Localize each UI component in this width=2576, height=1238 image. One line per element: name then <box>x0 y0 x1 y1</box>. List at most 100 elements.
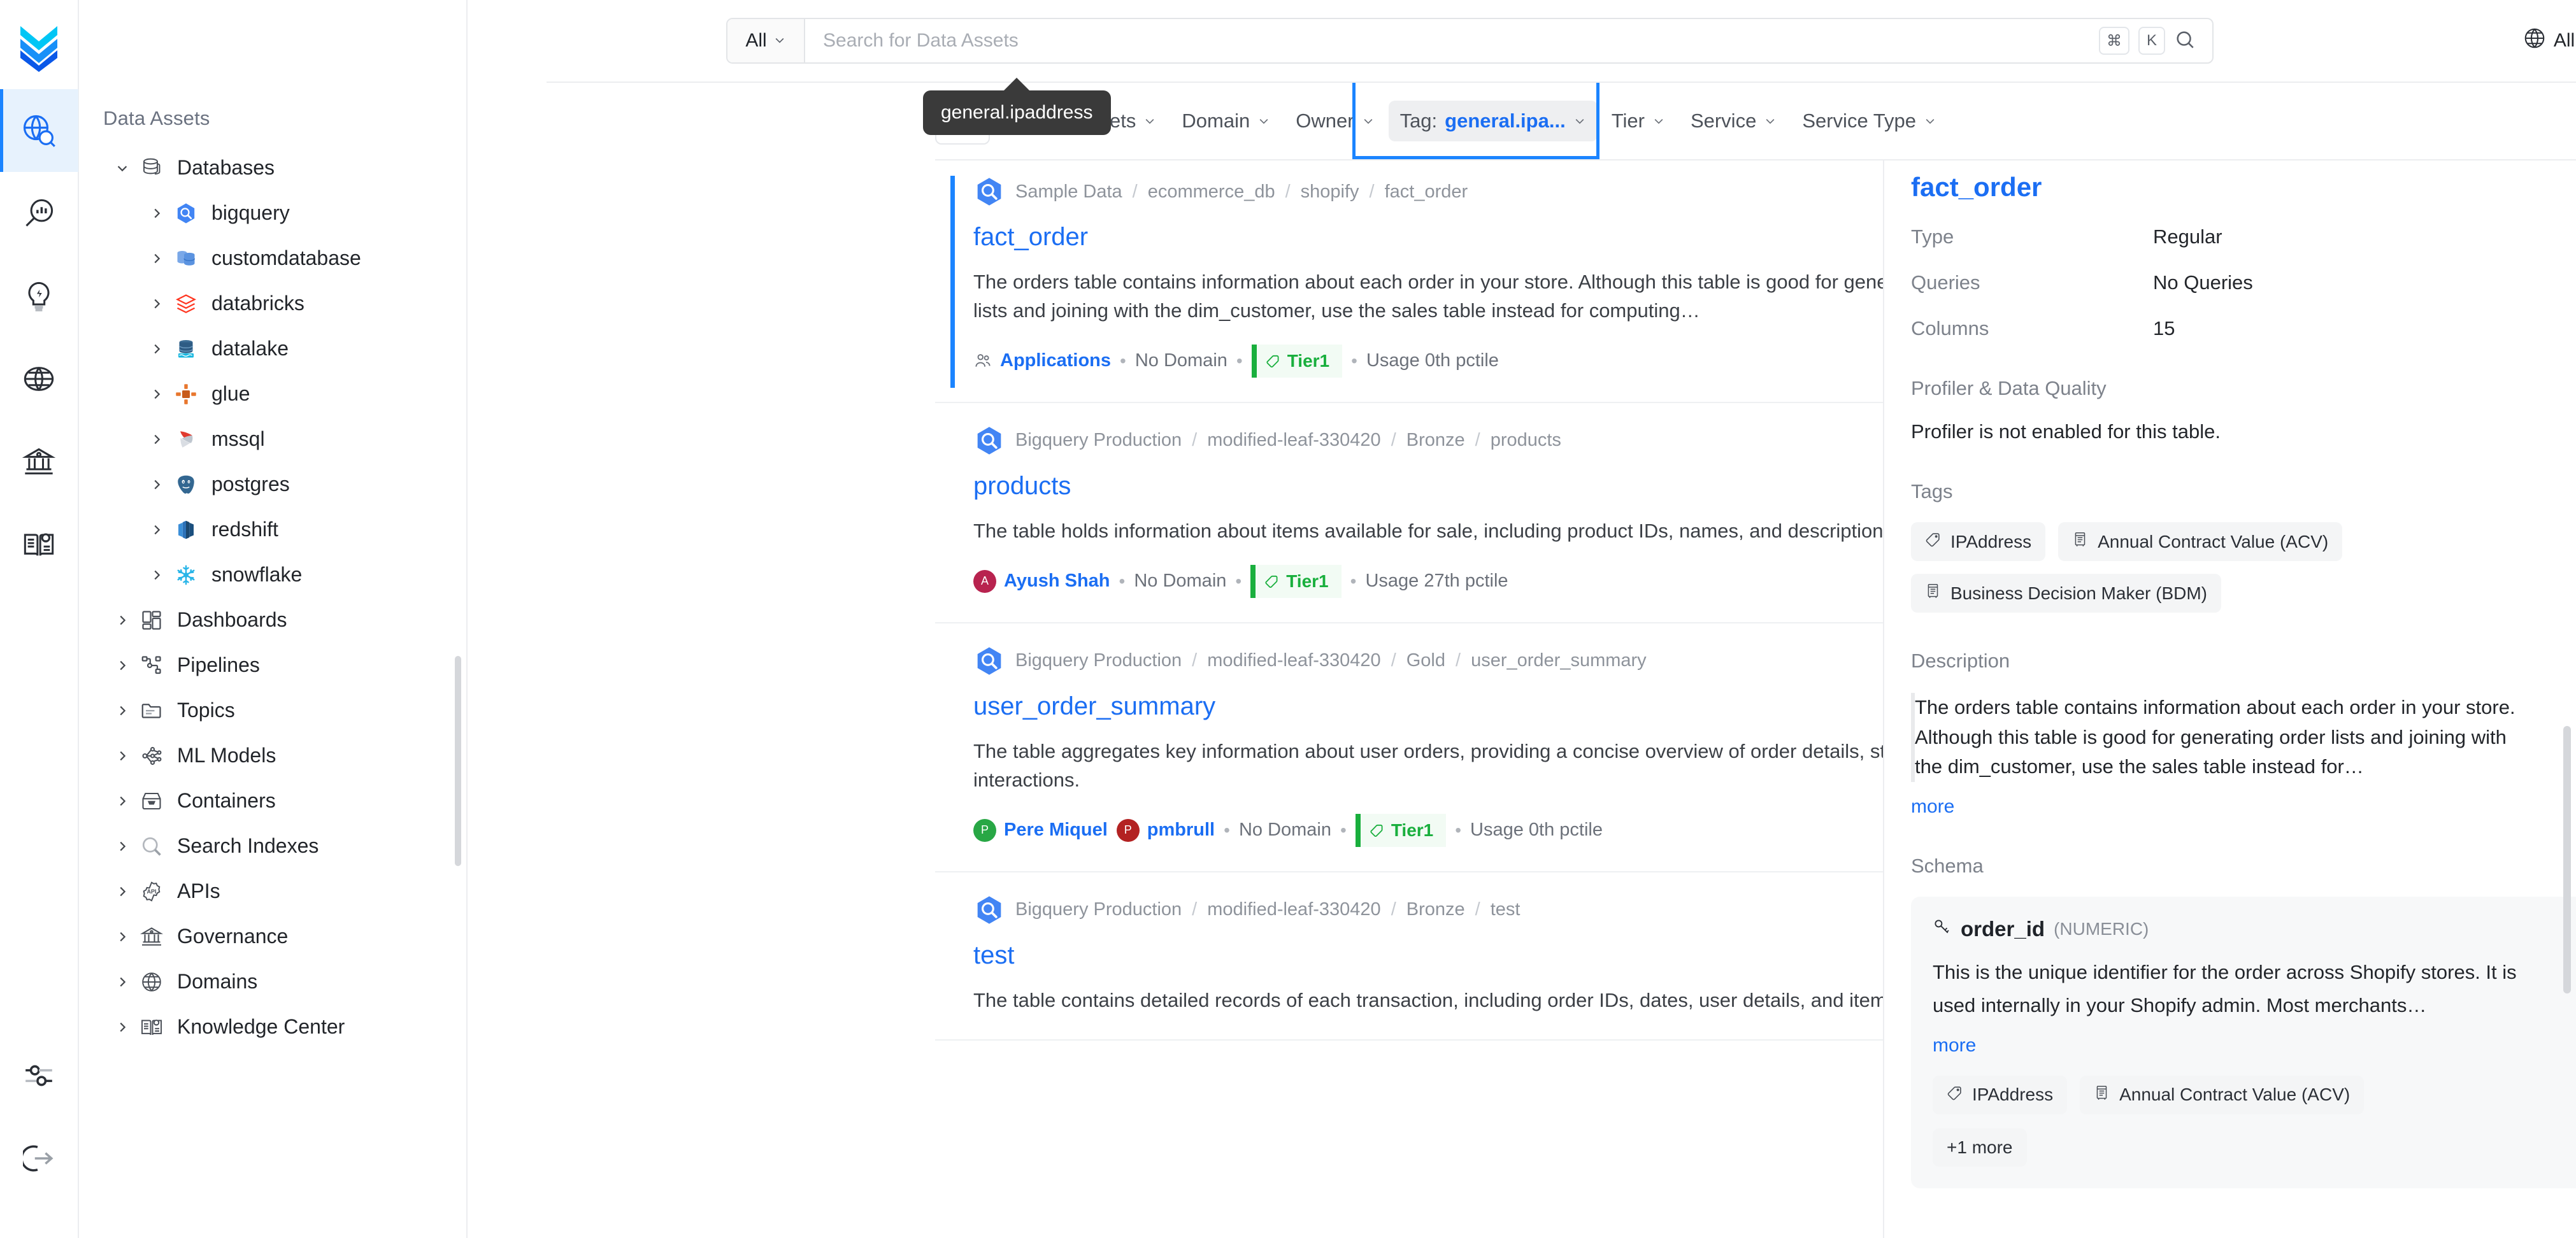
breadcrumb-item[interactable]: Bigquery Production <box>1015 430 1182 451</box>
tier-badge[interactable]: Tier1 <box>1250 564 1342 598</box>
chevron-down-icon[interactable] <box>110 161 135 175</box>
chevron-right-icon[interactable] <box>110 704 135 718</box>
breadcrumb-separator: / <box>1391 430 1396 451</box>
chevron-right-icon[interactable] <box>144 387 169 401</box>
sidebar-item-apis[interactable]: API APIs <box>79 869 466 914</box>
rail-item-knowledge[interactable] <box>0 503 78 586</box>
rail-item-quality[interactable] <box>0 255 78 338</box>
breadcrumb-item[interactable]: products <box>1491 430 1561 451</box>
owner-chip[interactable]: P Pere Miquel <box>973 818 1108 842</box>
chevron-right-icon[interactable] <box>110 1020 135 1034</box>
rail-item-governance[interactable] <box>0 420 78 503</box>
sidebar-item-topics[interactable]: Topics <box>79 688 466 733</box>
rail-item-explore[interactable] <box>0 89 78 172</box>
breadcrumb-item[interactable]: fact_order <box>1385 181 1468 203</box>
app-logo[interactable] <box>0 6 78 89</box>
sidebar-item-domains[interactable]: Domains <box>79 959 466 1004</box>
tag-chip[interactable]: IPAddress <box>1911 522 2046 561</box>
chevron-right-icon[interactable] <box>110 975 135 989</box>
breadcrumb-item[interactable]: modified-leaf-330420 <box>1207 430 1380 451</box>
filter-chip-tag[interactable]: Tag: general.ipa... <box>1388 101 1598 141</box>
chevron-right-icon[interactable] <box>110 794 135 808</box>
rail-item-domains[interactable] <box>0 338 78 420</box>
breadcrumb-item[interactable]: Bigquery Production <box>1015 650 1182 671</box>
sidebar-item-snowflake[interactable]: snowflake <box>79 552 466 597</box>
breadcrumb-item[interactable]: test <box>1491 899 1521 920</box>
tag-chip[interactable]: Annual Contract Value (ACV) <box>2080 1075 2365 1114</box>
sidebar-item-containers[interactable]: Containers <box>79 778 466 823</box>
sidebar-item-dashboards[interactable]: Dashboards <box>79 597 466 643</box>
rail-item-logout[interactable] <box>0 1117 78 1200</box>
breadcrumb-item[interactable]: Gold <box>1406 650 1445 671</box>
sidebar-item-datalake[interactable]: datalake <box>79 326 466 371</box>
sidebar-item-glue[interactable]: glue <box>79 371 466 416</box>
sidebar-item-bigquery[interactable]: bigquery <box>79 190 466 236</box>
chevron-right-icon[interactable] <box>110 930 135 944</box>
breadcrumb-item[interactable]: shopify <box>1301 181 1359 203</box>
sidebar-item-mssql[interactable]: mssql <box>79 416 466 462</box>
search-input[interactable] <box>805 19 2099 62</box>
breadcrumb-item[interactable]: modified-leaf-330420 <box>1207 899 1380 920</box>
domain-selector[interactable]: All Domains <box>2523 27 2576 55</box>
search-category-dropdown[interactable]: All <box>727 19 805 62</box>
filter-chip-owner[interactable]: Owner <box>1284 101 1385 141</box>
sidebar-scrollbar[interactable] <box>455 656 461 866</box>
filter-chip-tier[interactable]: Tier <box>1600 101 1677 141</box>
sidebar-item-ml-models[interactable]: ML Models <box>79 733 466 778</box>
owner-chip[interactable]: Applications <box>973 350 1111 371</box>
chevron-right-icon[interactable] <box>144 432 169 446</box>
owner-chip[interactable]: A Ayush Shah <box>973 569 1110 593</box>
sidebar-item-redshift[interactable]: redshift <box>79 507 466 552</box>
description-more-link[interactable]: more <box>1911 796 1954 818</box>
sidebar-item-search-indexes[interactable]: Search Indexes <box>79 823 466 869</box>
breadcrumb-item[interactable]: Bronze <box>1406 430 1465 451</box>
snowflake-icon <box>169 564 203 587</box>
profiler-heading: Profiler & Data Quality <box>1911 377 2107 399</box>
chevron-right-icon[interactable] <box>144 523 169 537</box>
schema-extra-tags[interactable]: +1 more <box>1933 1128 2027 1167</box>
breadcrumb-item[interactable]: user_order_summary <box>1471 650 1647 671</box>
sidebar-item-customdatabase[interactable]: customdatabase <box>79 236 466 281</box>
sidebar-item-label: Knowledge Center <box>177 1015 345 1038</box>
owner-name: Applications <box>1000 350 1112 371</box>
chevron-right-icon[interactable] <box>144 478 169 492</box>
chevron-right-icon[interactable] <box>144 252 169 266</box>
sidebar-item-databases[interactable]: Databases <box>79 145 466 190</box>
owner-chip[interactable]: Ppmbrull <box>1116 818 1215 842</box>
sidebar-item-governance[interactable]: Governance <box>79 914 466 959</box>
rail-item-settings[interactable] <box>0 1034 78 1117</box>
chevron-right-icon[interactable] <box>144 206 169 220</box>
breadcrumb-item[interactable]: Bigquery Production <box>1015 899 1182 920</box>
breadcrumb-item[interactable]: Sample Data <box>1015 181 1122 203</box>
search-icon[interactable] <box>2174 29 2196 53</box>
detail-scrollbar[interactable] <box>2563 726 2571 993</box>
chevron-right-icon[interactable] <box>110 658 135 672</box>
tag-chip[interactable]: IPAddress <box>1933 1075 2068 1114</box>
sidebar-item-databricks[interactable]: databricks <box>79 281 466 326</box>
filter-chip-domain[interactable]: Domain <box>1170 101 1282 141</box>
tier-badge[interactable]: Tier1 <box>1251 344 1343 378</box>
chevron-right-icon[interactable] <box>110 613 135 627</box>
sidebar-item-knowledge-center[interactable]: Knowledge Center <box>79 1004 466 1049</box>
tier-badge[interactable]: Tier1 <box>1355 813 1447 847</box>
sidebar-item-postgres[interactable]: postgres <box>79 462 466 507</box>
breadcrumb-item[interactable]: Bronze <box>1406 899 1465 920</box>
tag-chip[interactable]: Business Decision Maker (BDM) <box>1911 574 2221 613</box>
header-right: All Domains EN <box>2523 20 2576 62</box>
sidebar-item-pipelines[interactable]: Pipelines <box>79 643 466 688</box>
chevron-right-icon[interactable] <box>110 749 135 763</box>
chevron-right-icon[interactable] <box>110 839 135 853</box>
breadcrumb-item[interactable]: modified-leaf-330420 <box>1207 650 1380 671</box>
tag-chip[interactable]: Annual Contract Value (ACV) <box>2058 522 2343 561</box>
breadcrumb-item[interactable]: ecommerce_db <box>1148 181 1275 203</box>
schema-more-link[interactable]: more <box>1933 1035 1976 1057</box>
chevron-right-icon[interactable] <box>110 885 135 899</box>
chevron-right-icon[interactable] <box>144 297 169 311</box>
filter-chip-service[interactable]: Service <box>1679 101 1788 141</box>
search-actions: ⌘ K <box>2099 19 2212 62</box>
rail-item-insights[interactable] <box>0 172 78 255</box>
filter-chip-service-type[interactable]: Service Type <box>1791 101 1948 141</box>
chevron-right-icon[interactable] <box>144 342 169 356</box>
detail-title[interactable]: fact_order <box>1911 172 2576 203</box>
chevron-right-icon[interactable] <box>144 568 169 582</box>
